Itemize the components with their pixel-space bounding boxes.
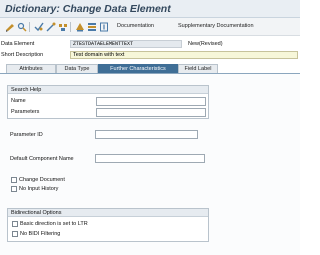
other-object-icon[interactable] [4,21,15,32]
change-document-label: Change Document [19,177,65,183]
no-input-history-label: No Input History [19,186,59,192]
info-icon[interactable] [98,21,109,32]
check-icon[interactable] [33,21,44,32]
ltr-label: Basic direction is set to LTR [20,221,88,227]
no-input-history-checkbox[interactable] [11,186,17,192]
window-title: Dictionary: Change Data Element [5,3,171,15]
change-document-checkbox[interactable] [11,177,17,183]
application-toolbar: Documentation Supplementary Documentatio… [0,18,300,36]
tab-attributes[interactable]: Attributes [6,64,56,73]
data-element-label: Data Element [1,41,35,47]
bidirectional-options-title: Bidirectional Options [8,209,208,217]
search-help-group: Search Help Name Parameters [7,85,209,119]
ltr-checkbox[interactable] [12,221,18,227]
parameter-id-input[interactable] [95,130,198,139]
tab-further-characteristics[interactable]: Further Characteristics [98,64,178,73]
tab-data-type[interactable]: Data Type [56,64,98,73]
search-help-name-label: Name [11,98,26,104]
default-component-label: Default Component Name [10,156,74,162]
toolbar-separator [29,22,30,32]
where-used-icon[interactable] [57,21,68,32]
short-description-label: Short Description [1,52,44,58]
documentation-button[interactable]: Documentation [117,23,154,29]
search-help-title: Search Help [8,86,208,94]
no-bidi-filtering-label: No BIDI Filtering [20,231,61,237]
display-change-icon[interactable] [16,21,27,32]
toolbar-separator [70,22,71,32]
hierarchy-icon[interactable] [86,21,97,32]
data-element-field: ZTESTDATAELEMENTTEXT [70,40,182,48]
short-description-field[interactable]: Test domain with text [70,51,298,59]
parameter-id-label: Parameter ID [10,132,43,138]
tab-field-label[interactable]: Field Label [178,64,218,73]
title-bar: Dictionary: Change Data Element [0,0,300,18]
bidirectional-options-group: Bidirectional Options Basic direction is… [7,208,209,242]
default-component-input[interactable] [95,154,205,163]
no-bidi-filtering-checkbox[interactable] [12,231,18,237]
supplementary-documentation-button[interactable]: Supplementary Documentation [178,23,254,29]
object-list-icon[interactable] [74,21,85,32]
search-help-name-input[interactable] [96,97,206,106]
search-help-parameters-label: Parameters [11,109,40,115]
further-characteristics-panel: Search Help Name Parameters Parameter ID… [0,74,300,255]
search-help-parameters-input[interactable] [96,108,206,117]
status-text: New(Revised) [188,41,223,47]
activate-icon[interactable] [45,21,56,32]
